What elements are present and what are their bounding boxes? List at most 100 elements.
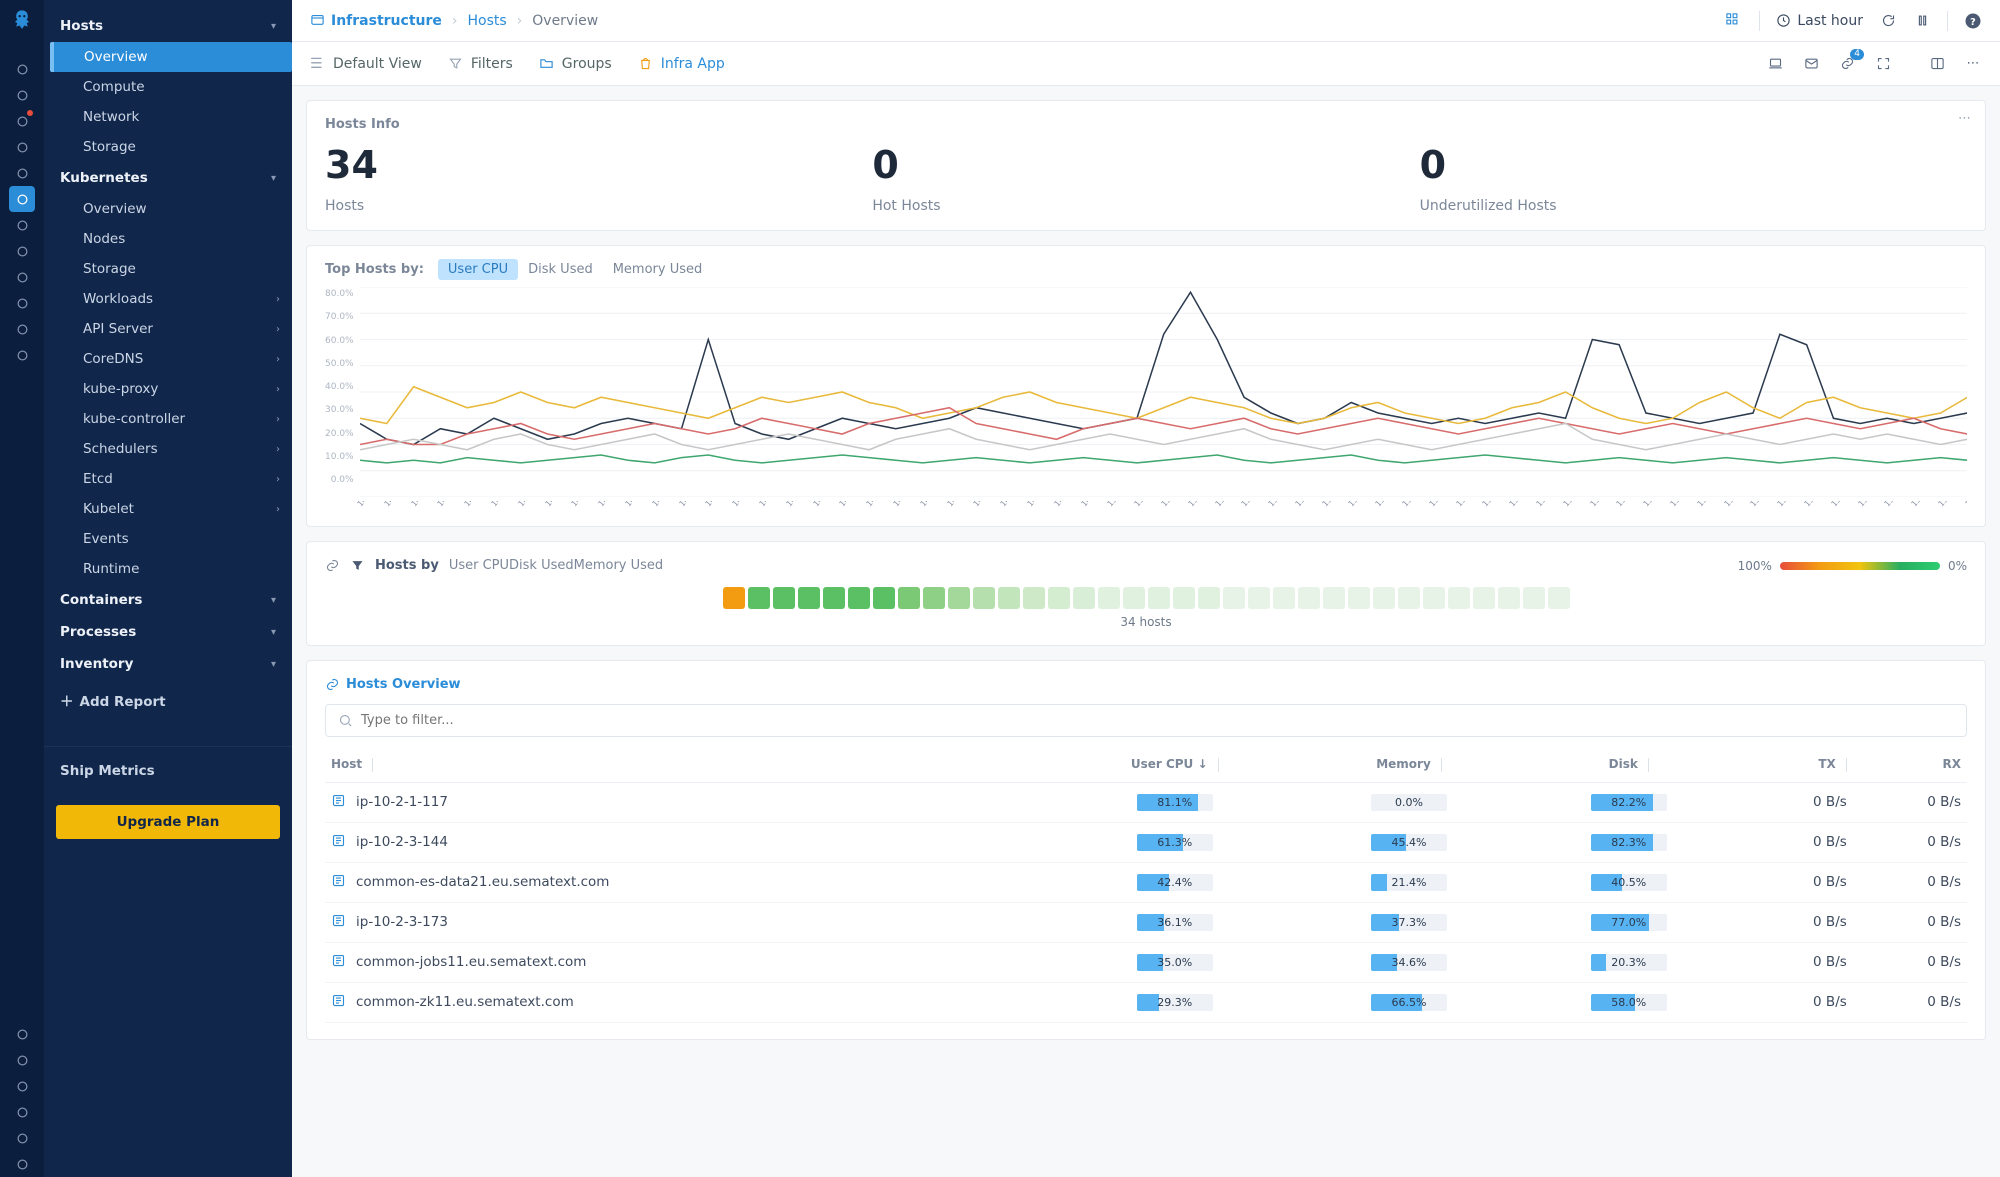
help-icon[interactable]: ? — [1964, 12, 1982, 30]
sidebar-item-storage[interactable]: Storage — [50, 254, 292, 284]
col-tx[interactable]: TX — [1739, 747, 1853, 782]
filter-input[interactable] — [361, 713, 1954, 728]
sidebar-item-nodes[interactable]: Nodes — [50, 224, 292, 254]
sidebar-group-kubernetes[interactable]: Kubernetes▾ — [44, 162, 292, 194]
sidebar-item-kubelet[interactable]: Kubelet› — [50, 494, 292, 524]
heat-cell[interactable] — [1148, 587, 1170, 609]
groups-button[interactable]: Groups — [539, 56, 612, 72]
table-row[interactable]: ip-10-2-3-17336.1%37.3%77.0%0 B/s0 B/s — [325, 902, 1967, 942]
heat-cell[interactable] — [898, 587, 920, 609]
shopping-bag-icon[interactable] — [9, 108, 35, 134]
sidebar-item-events[interactable]: Events — [50, 524, 292, 554]
pause-icon[interactable] — [1913, 12, 1931, 30]
heat-cell[interactable] — [1273, 587, 1295, 609]
breadcrumb-section[interactable]: Hosts — [467, 13, 506, 29]
mail-icon[interactable] — [1802, 55, 1820, 73]
heat-cell[interactable] — [1498, 587, 1520, 609]
heat-cell[interactable] — [998, 587, 1020, 609]
col-user-cpu-[interactable]: User CPU ↓ — [1050, 747, 1299, 782]
heat-cell[interactable] — [1473, 587, 1495, 609]
sidebar-group-inventory[interactable]: Inventory▾ — [44, 648, 292, 680]
heat-cell[interactable] — [1548, 587, 1570, 609]
layout-icon[interactable] — [1928, 55, 1946, 73]
table-row[interactable]: ip-10-2-1-11781.1%0.0%82.2%0 B/s0 B/s — [325, 782, 1967, 822]
sidebar-item-kube-proxy[interactable]: kube-proxy› — [50, 374, 292, 404]
refresh-icon[interactable] — [1879, 12, 1897, 30]
heat-cell[interactable] — [1348, 587, 1370, 609]
sidebar-item-runtime[interactable]: Runtime — [50, 554, 292, 584]
table-row[interactable]: ip-10-2-3-14461.3%45.4%82.3%0 B/s0 B/s — [325, 822, 1967, 862]
sidebar-item-network[interactable]: Network — [50, 102, 292, 132]
heat-cell[interactable] — [873, 587, 895, 609]
heat-cell[interactable] — [1023, 587, 1045, 609]
heat-cell[interactable] — [1373, 587, 1395, 609]
col-disk[interactable]: Disk — [1519, 747, 1739, 782]
gear-icon[interactable] — [9, 1125, 35, 1151]
chart-tab-memory-used[interactable]: Memory Used — [603, 259, 713, 280]
heat-cell[interactable] — [1298, 587, 1320, 609]
sidebar-item-overview[interactable]: Overview — [50, 42, 292, 72]
heat-cell[interactable] — [1423, 587, 1445, 609]
heat-cell[interactable] — [1248, 587, 1270, 609]
sidebar-item-workloads[interactable]: Workloads› — [50, 284, 292, 314]
add-report-button[interactable]: Add Report — [44, 680, 292, 720]
col-host[interactable]: Host — [325, 747, 1050, 782]
heat-cell[interactable] — [923, 587, 945, 609]
table-filter[interactable] — [325, 704, 1967, 737]
heat-cell[interactable] — [848, 587, 870, 609]
heat-cell[interactable] — [1398, 587, 1420, 609]
grid-icon[interactable] — [9, 134, 35, 160]
hosts-overview-link[interactable]: Hosts Overview — [325, 677, 461, 692]
content-scroll[interactable]: ⋯ Hosts Info 34Hosts0Hot Hosts0Underutil… — [292, 86, 2000, 1177]
heat-cell[interactable] — [1198, 587, 1220, 609]
flag-icon[interactable] — [9, 316, 35, 342]
globe-icon[interactable] — [9, 160, 35, 186]
tools-icon[interactable] — [9, 264, 35, 290]
rocket-icon[interactable] — [9, 82, 35, 108]
laptop-icon[interactable] — [1766, 55, 1784, 73]
sidebar-item-coredns[interactable]: CoreDNS› — [50, 344, 292, 374]
heat-cell[interactable] — [948, 587, 970, 609]
table-row[interactable]: common-jobs11.eu.sematext.com35.0%34.6%2… — [325, 942, 1967, 982]
upgrade-plan-button[interactable]: Upgrade Plan — [56, 805, 280, 839]
sidebar-group-hosts[interactable]: Hosts▾ — [44, 10, 292, 42]
target-icon[interactable] — [9, 342, 35, 368]
ship-metrics-link[interactable]: Ship Metrics — [44, 746, 292, 789]
sidebar-item-storage[interactable]: Storage — [50, 132, 292, 162]
heat-cell[interactable] — [798, 587, 820, 609]
heat-cell[interactable] — [1223, 587, 1245, 609]
sidebar-item-compute[interactable]: Compute — [50, 72, 292, 102]
sidebar-item-etcd[interactable]: Etcd› — [50, 464, 292, 494]
time-range-picker[interactable]: Last hour — [1776, 13, 1863, 29]
sidebar-group-containers[interactable]: Containers▾ — [44, 584, 292, 616]
reddit-icon[interactable] — [9, 290, 35, 316]
breadcrumb-app[interactable]: Infrastructure — [310, 13, 442, 29]
document-icon[interactable] — [9, 238, 35, 264]
heat-cell[interactable] — [1123, 587, 1145, 609]
heat-cell[interactable] — [773, 587, 795, 609]
mail-icon[interactable] — [9, 186, 35, 212]
default-view-button[interactable]: ☰Default View — [310, 56, 422, 72]
heat-cell[interactable] — [1073, 587, 1095, 609]
chart-tab-user-cpu[interactable]: User CPU — [438, 259, 518, 280]
sidebar-group-processes[interactable]: Processes▾ — [44, 616, 292, 648]
heat-cell[interactable] — [723, 587, 745, 609]
chart-tab-disk-used[interactable]: Disk Used — [518, 259, 603, 280]
robot-icon[interactable] — [9, 1073, 35, 1099]
heat-cell[interactable] — [1173, 587, 1195, 609]
fullscreen-icon[interactable] — [1874, 55, 1892, 73]
link-icon[interactable] — [1838, 55, 1856, 73]
heat-cell[interactable] — [1323, 587, 1345, 609]
heat-cell[interactable] — [1048, 587, 1070, 609]
heat-cell[interactable] — [1098, 587, 1120, 609]
table-row[interactable]: common-zk11.eu.sematext.com29.3%66.5%58.… — [325, 982, 1967, 1022]
heat-tab-memory-used[interactable]: Memory Used — [574, 558, 664, 573]
heat-cell[interactable] — [748, 587, 770, 609]
filters-button[interactable]: Filters — [448, 56, 513, 72]
users-icon[interactable] — [9, 1099, 35, 1125]
apps-icon[interactable] — [1725, 12, 1743, 30]
sidebar-item-kube-controller[interactable]: kube-controller› — [50, 404, 292, 434]
heat-cell[interactable] — [1448, 587, 1470, 609]
search-icon[interactable] — [9, 56, 35, 82]
sidebar-item-schedulers[interactable]: Schedulers› — [50, 434, 292, 464]
